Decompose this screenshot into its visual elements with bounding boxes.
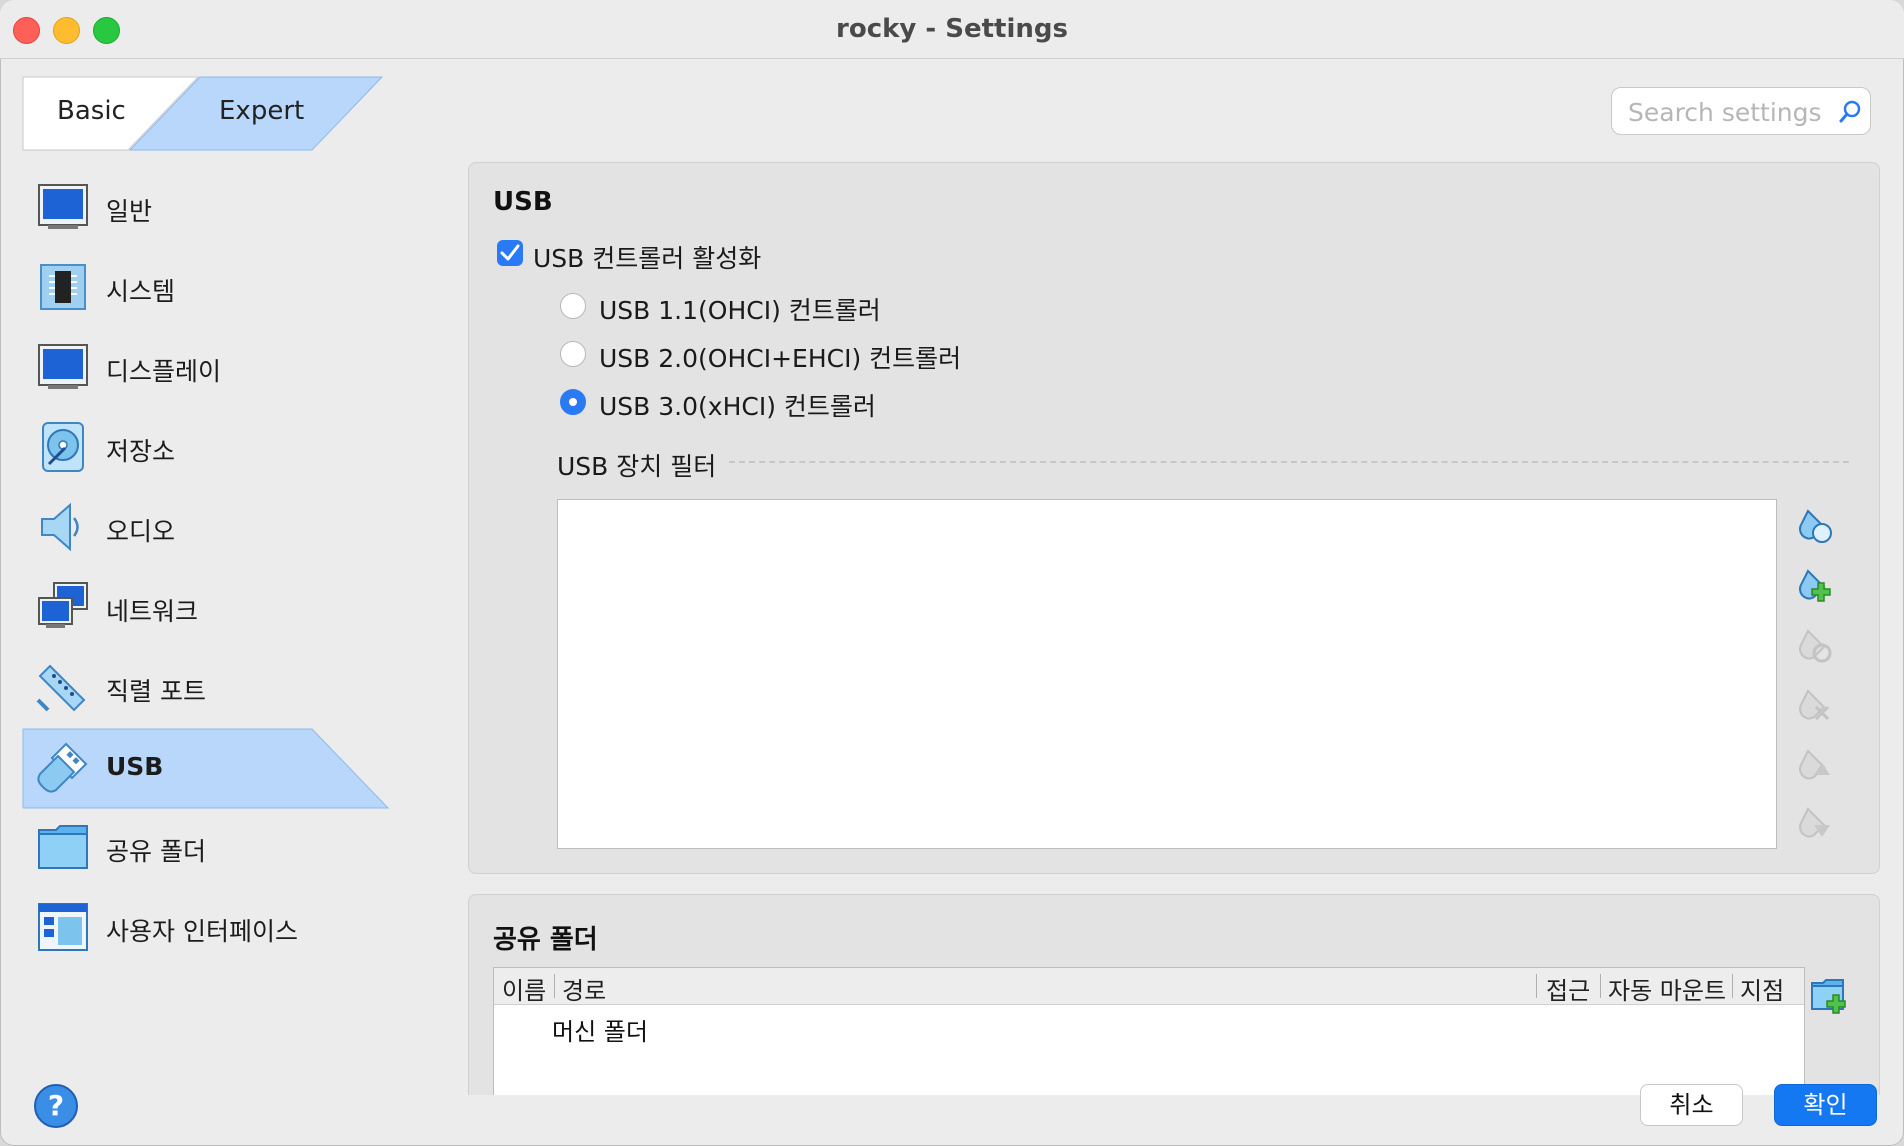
usb-2-0-label[interactable]: USB 2.0(OHCI+EHCI) 컨트롤러 [599,339,961,375]
speaker-icon [41,502,79,552]
column-divider [1600,974,1601,998]
help-button[interactable]: ? [34,1084,78,1128]
column-header-mount-point[interactable]: 지점 [1740,971,1784,1006]
cancel-button[interactable]: 취소 [1640,1084,1743,1126]
settings-sidebar: 일반 시스템 디스플레이 저장소 오디오 네트워크 직렬 포트 USB 공유 폴… [22,168,392,968]
usb-icon [37,742,88,793]
search-icon [1839,100,1861,123]
remove-filter-icon[interactable] [1794,685,1834,725]
usb-2-0-radio[interactable] [560,341,586,367]
search-field[interactable] [1611,87,1871,135]
sidebar-item-audio[interactable]: 오디오 [22,488,392,568]
sidebar-item-usb[interactable]: USB [22,728,392,809]
checkmark-icon [500,244,520,261]
window-title: rocky - Settings [836,14,1068,44]
shared-folders-title: 공유 폴더 [493,925,598,955]
table-row[interactable]: 머신 폴더 [552,1012,648,1047]
column-header-path[interactable]: 경로 [562,971,606,1006]
sidebar-item-label: USB [106,752,164,781]
usb-section-title: USB [493,187,553,217]
add-empty-filter-icon[interactable] [1794,505,1834,545]
serial-port-icon [36,664,86,712]
enable-usb-controller-label[interactable]: USB 컨트롤러 활성화 [533,239,761,275]
search-input[interactable] [1626,94,1830,130]
disk-icon [42,422,84,472]
usb-1-1-label[interactable]: USB 1.1(OHCI) 컨트롤러 [599,291,881,327]
sidebar-item-serial-ports[interactable]: 직렬 포트 [22,648,392,728]
column-divider [1732,974,1733,998]
usb-3-0-label[interactable]: USB 3.0(xHCI) 컨트롤러 [599,387,876,423]
general-monitor-icon [38,184,88,229]
sidebar-item-label: 시스템 [106,277,176,306]
usb-1-1-radio[interactable] [560,293,586,319]
sidebar-item-label: 공유 폴더 [106,837,206,866]
move-down-icon[interactable] [1794,803,1834,843]
sidebar-item-label: 디스플레이 [106,357,222,386]
sidebar-item-user-interface[interactable]: 사용자 인터페이스 [22,888,392,968]
column-header-access[interactable]: 접근 [1546,971,1590,1006]
ok-button[interactable]: 확인 [1774,1084,1877,1126]
display-monitor-icon [38,344,88,389]
usb-device-filters-label: USB 장치 필터 [557,452,717,481]
sidebar-item-general[interactable]: 일반 [22,168,392,248]
mode-basic-tab[interactable]: Basic [57,96,126,126]
sidebar-item-network[interactable]: 네트워크 [22,568,392,648]
column-header-auto-mount[interactable]: 자동 마운트 [1608,971,1726,1006]
move-up-icon[interactable] [1794,745,1834,785]
sidebar-item-label: 직렬 포트 [106,677,206,706]
add-device-filter-icon[interactable] [1794,565,1834,605]
edit-filter-icon[interactable] [1794,625,1834,665]
column-divider [1536,974,1537,998]
title-bar: rocky - Settings [0,0,1904,59]
usb-filter-list[interactable] [557,499,1777,849]
window-layout-icon [38,903,88,951]
sidebar-item-system[interactable]: 시스템 [22,248,392,328]
shared-folders-table[interactable]: 이름 경로 접근 자동 마운트 지점 머신 폴더 [493,967,1805,1095]
column-header-name[interactable]: 이름 [502,971,546,1006]
sidebar-item-label: 오디오 [106,517,176,546]
sidebar-item-display[interactable]: 디스플레이 [22,328,392,408]
filters-separator [729,461,1849,463]
add-shared-folder-icon[interactable] [1809,975,1849,1015]
sidebar-item-label: 저장소 [106,437,176,466]
mode-expert-tab[interactable]: Expert [219,96,304,126]
chip-icon [40,264,86,310]
sidebar-item-shared-folders[interactable]: 공유 폴더 [22,808,392,888]
shared-folders-panel: 공유 폴더 이름 경로 접근 자동 마운트 지점 머신 폴더 [468,894,1880,1095]
column-divider [554,974,555,998]
sidebar-item-label: 네트워크 [106,597,199,626]
usb-3-0-radio[interactable] [560,389,586,415]
settings-window: rocky - Settings Basic Expert 일반 [0,0,1904,1146]
usb-settings-panel: USB USB 컨트롤러 활성화 USB 1.1(OHCI) 컨트롤러 USB … [468,162,1880,874]
folder-icon [38,825,88,869]
sidebar-item-storage[interactable]: 저장소 [22,408,392,488]
sidebar-item-label: 사용자 인터페이스 [106,917,298,946]
sidebar-item-label: 일반 [106,197,153,226]
network-icon [38,582,88,628]
enable-usb-controller-checkbox[interactable] [497,240,523,266]
mode-switch: Basic Expert [22,76,384,151]
table-header: 이름 경로 접근 자동 마운트 지점 [494,968,1804,1005]
